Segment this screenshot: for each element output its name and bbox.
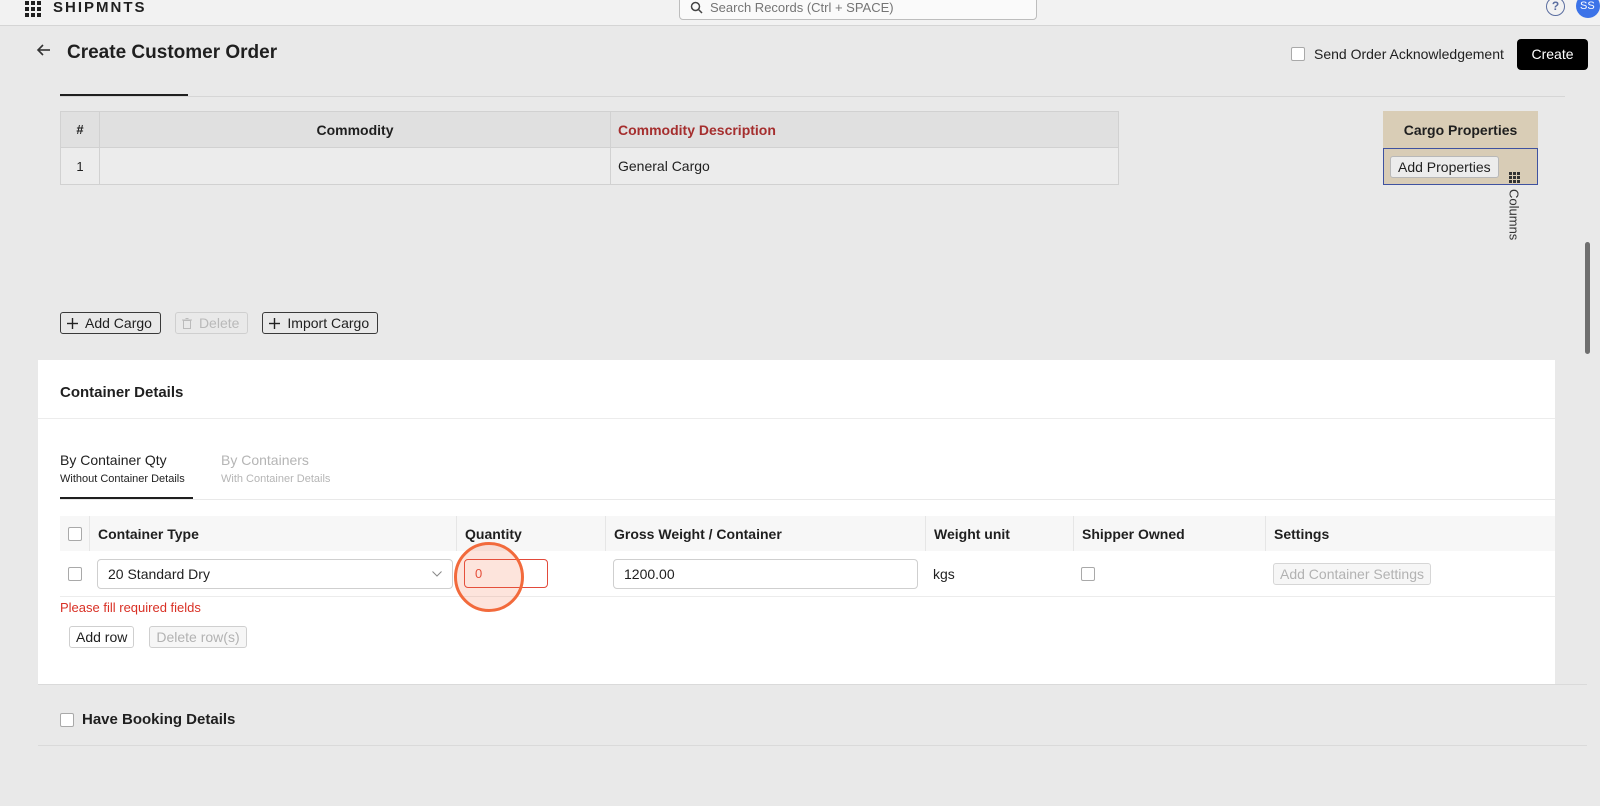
row-index: 1 — [61, 148, 100, 184]
help-icon[interactable]: ? — [1546, 0, 1565, 16]
settings-cell: Add Container Settings — [1265, 551, 1555, 596]
cargo-properties-header: Cargo Properties — [1383, 111, 1538, 148]
container-type-value: 20 Standard Dry — [108, 565, 210, 582]
tab-sublabel: With Container Details — [221, 473, 331, 485]
delete-cargo-label: Delete — [198, 315, 240, 331]
add-cargo-button[interactable]: Add Cargo — [60, 312, 161, 334]
gross-weight-input[interactable] — [613, 558, 918, 589]
commodity-description-cell[interactable]: General Cargo — [611, 148, 1118, 184]
plus-icon — [269, 317, 281, 329]
cargo-table-header: # Commodity Commodity Description — [60, 111, 1119, 148]
apps-grid-icon[interactable] — [25, 1, 41, 17]
avatar[interactable]: SS — [1576, 0, 1600, 18]
row-select-cell — [60, 551, 89, 596]
shipper-owned-checkbox[interactable] — [1081, 566, 1095, 581]
have-booking-checkbox[interactable] — [60, 712, 74, 727]
add-properties-button[interactable]: Add Properties — [1390, 155, 1499, 178]
cargo-tab-divider — [60, 96, 1565, 97]
validation-error: Please fill required fields — [60, 600, 201, 615]
cargo-section: # Commodity Commodity Description 1 Gene… — [38, 80, 1587, 360]
container-table-header: Container Type Quantity Gross Weight / C… — [60, 516, 1555, 551]
global-search[interactable] — [679, 0, 1037, 20]
send-ack-checkbox[interactable] — [1291, 47, 1305, 61]
cargo-table: # Commodity Commodity Description 1 Gene… — [60, 111, 1119, 185]
tab-sublabel: Without Container Details — [60, 473, 185, 485]
gross-weight-cell — [605, 551, 925, 596]
shipper-owned-cell — [1073, 551, 1265, 596]
col-shipper-owned-header: Shipper Owned — [1073, 516, 1265, 551]
select-all-checkbox[interactable] — [67, 526, 82, 541]
container-type-cell: 20 Standard Dry — [89, 551, 456, 596]
panel-divider — [38, 418, 1555, 419]
tab-by-container-qty[interactable]: By Container Qty Without Container Detai… — [60, 452, 185, 485]
container-details-title: Container Details — [60, 384, 184, 401]
col-gross-weight-header: Gross Weight / Container — [605, 516, 925, 551]
import-cargo-button[interactable]: Import Cargo — [262, 312, 379, 334]
add-container-settings-button[interactable]: Add Container Settings — [1273, 562, 1431, 585]
search-input[interactable] — [710, 0, 1010, 15]
booking-section: Have Booking Details — [38, 684, 1587, 788]
tab-divider — [60, 499, 1555, 500]
top-app-bar: SHIPMNTS ? SS — [0, 0, 1600, 26]
commodity-cell[interactable] — [100, 148, 611, 184]
brand-logo[interactable]: SHIPMNTS — [53, 0, 147, 16]
columns-toggle[interactable]: Columns — [1506, 172, 1522, 240]
create-button[interactable]: Create — [1517, 39, 1588, 70]
chevron-down-icon — [432, 570, 442, 577]
search-icon — [690, 1, 703, 14]
tab-label: By Containers — [221, 452, 309, 468]
send-ack-label: Send Order Acknowledgement — [1314, 46, 1504, 62]
back-arrow-icon[interactable] — [36, 42, 52, 58]
container-details-panel: Container Details By Container Qty Witho… — [38, 360, 1555, 684]
tab-by-containers[interactable]: By Containers With Container Details — [221, 452, 330, 485]
add-cargo-label: Add Cargo — [85, 315, 152, 331]
col-index-header: # — [61, 112, 100, 147]
col-container-type-header: Container Type — [89, 516, 456, 551]
send-ack-toggle[interactable]: Send Order Acknowledgement — [1291, 46, 1504, 62]
delete-cargo-button[interactable]: Delete — [174, 312, 249, 334]
import-cargo-label: Import Cargo — [287, 315, 370, 331]
trash-icon — [181, 317, 192, 329]
table-row: 20 Standard Dry kgs Add Container Settin… — [60, 551, 1555, 597]
select-all-cell — [60, 516, 89, 551]
col-weight-unit-header: Weight unit — [925, 516, 1073, 551]
columns-toggle-label: Columns — [1506, 189, 1522, 241]
col-commodity-description-header[interactable]: Commodity Description — [611, 112, 1118, 147]
weight-unit-value: kgs — [933, 565, 955, 582]
have-booking-toggle[interactable]: Have Booking Details — [60, 711, 235, 728]
col-settings-header: Settings — [1265, 516, 1555, 551]
add-row-button[interactable]: Add row — [69, 626, 135, 648]
container-table: Container Type Quantity Gross Weight / C… — [60, 516, 1555, 597]
plus-icon — [67, 317, 78, 329]
row-select-checkbox[interactable] — [67, 566, 82, 581]
booking-divider — [38, 745, 1587, 746]
click-highlight-marker — [454, 542, 524, 612]
have-booking-label: Have Booking Details — [82, 711, 236, 728]
container-type-select[interactable]: 20 Standard Dry — [97, 558, 453, 589]
cargo-actions: Add Cargo Delete Import Cargo — [60, 312, 379, 334]
tab-label: By Container Qty — [60, 452, 167, 468]
table-row[interactable]: 1 General Cargo — [60, 148, 1119, 185]
cargo-active-tab-indicator — [60, 94, 188, 96]
active-tab-indicator — [60, 497, 193, 499]
row-actions: Add row Delete row(s) — [69, 626, 247, 648]
page-scrollbar[interactable] — [1585, 242, 1590, 354]
delete-rows-button[interactable]: Delete row(s) — [149, 626, 247, 648]
page-title: Create Customer Order — [67, 42, 278, 63]
col-commodity-header[interactable]: Commodity — [100, 112, 611, 147]
columns-grid-icon — [1508, 172, 1520, 183]
